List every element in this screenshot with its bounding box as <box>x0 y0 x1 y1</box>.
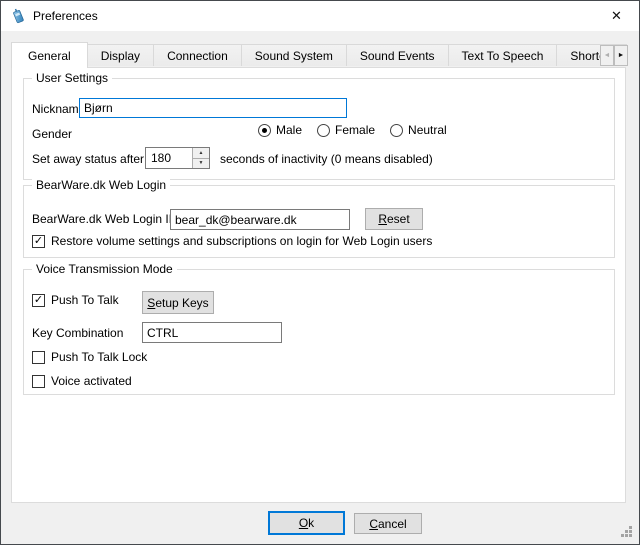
away-seconds-value: 180 <box>146 148 192 168</box>
away-status-suffix: seconds of inactivity (0 means disabled) <box>220 152 433 166</box>
gender-male-option[interactable]: Male <box>258 123 302 137</box>
gender-neutral-option[interactable]: Neutral <box>390 123 447 137</box>
reset-button[interactable]: Reset <box>365 208 423 230</box>
group-title: Voice Transmission Mode <box>32 262 177 276</box>
voice-activated-checkbox-row[interactable]: Voice activated <box>32 374 132 388</box>
voice-activated-label: Voice activated <box>51 374 132 388</box>
tab-sound-events[interactable]: Sound Events <box>346 44 449 66</box>
spin-up-icon: ▲ <box>199 150 204 156</box>
user-settings-group: User Settings Nickname Gender Male Femal… <box>23 78 615 180</box>
tab-general[interactable]: General <box>11 42 88 68</box>
tab-display[interactable]: Display <box>87 44 154 66</box>
push-to-talk-label: Push To Talk <box>51 293 119 307</box>
tab-sound-system[interactable]: Sound System <box>241 44 347 66</box>
group-title: User Settings <box>32 71 112 85</box>
title-bar[interactable]: Preferences ✕ <box>1 1 639 31</box>
key-combination-label: Key Combination <box>32 326 123 340</box>
radio-male-icon <box>258 124 271 137</box>
tab-text-to-speech[interactable]: Text To Speech <box>448 44 558 66</box>
group-title: BearWare.dk Web Login <box>32 178 170 192</box>
radio-neutral-icon <box>390 124 403 137</box>
spin-down-icon: ▼ <box>199 160 204 166</box>
voice-transmission-group: Voice Transmission Mode ✓ Push To Talk S… <box>23 269 615 395</box>
push-to-talk-lock-label: Push To Talk Lock <box>51 350 147 364</box>
tab-connection[interactable]: Connection <box>153 44 242 66</box>
close-button[interactable]: ✕ <box>594 1 639 31</box>
teamtalk-app-icon <box>10 8 26 24</box>
spinner-up-button[interactable]: ▲ <box>193 148 209 159</box>
checkbox-checked-icon[interactable]: ✓ <box>32 235 45 248</box>
window-title: Preferences <box>33 9 98 23</box>
nickname-input[interactable] <box>79 98 347 118</box>
scroll-right-icon: ► <box>618 52 625 59</box>
restore-volume-label: Restore volume settings and subscription… <box>51 234 432 248</box>
preferences-dialog: Preferences ✕ General Display Connection… <box>0 0 640 545</box>
cancel-button[interactable]: Cancel <box>354 513 422 534</box>
push-to-talk-checkbox-row[interactable]: ✓ Push To Talk <box>32 293 119 307</box>
close-icon: ✕ <box>611 8 622 24</box>
scroll-left-icon: ◄ <box>604 52 611 59</box>
gender-label: Gender <box>32 127 72 141</box>
checkbox-checked-icon[interactable]: ✓ <box>32 294 45 307</box>
away-status-label: Set away status after <box>32 152 144 166</box>
gender-radio-group: Male Female Neutral <box>258 123 447 137</box>
web-login-id-input[interactable] <box>170 209 350 230</box>
tab-scroll-left-button[interactable]: ◄ <box>600 45 614 66</box>
tab-scroll-right-button[interactable]: ► <box>614 45 628 66</box>
nickname-label: Nickname <box>32 102 85 116</box>
away-seconds-spinner[interactable]: 180 ▲ ▼ <box>145 147 210 169</box>
spinner-down-button[interactable]: ▼ <box>193 159 209 169</box>
ok-button[interactable]: Ok <box>268 511 345 535</box>
web-login-id-label: BearWare.dk Web Login ID <box>32 212 177 226</box>
tab-strip: General Display Connection Sound System … <box>11 41 627 68</box>
checkbox-unchecked-icon[interactable] <box>32 375 45 388</box>
gender-female-option[interactable]: Female <box>317 123 375 137</box>
web-login-group: BearWare.dk Web Login BearWare.dk Web Lo… <box>23 185 615 258</box>
radio-female-icon <box>317 124 330 137</box>
setup-keys-button[interactable]: Setup Keys <box>142 291 214 314</box>
resize-grip[interactable] <box>621 526 633 538</box>
restore-volume-checkbox-row[interactable]: ✓ Restore volume settings and subscripti… <box>32 234 432 248</box>
checkbox-unchecked-icon[interactable] <box>32 351 45 364</box>
key-combination-input[interactable] <box>142 322 282 343</box>
push-to-talk-lock-checkbox-row[interactable]: Push To Talk Lock <box>32 350 147 364</box>
